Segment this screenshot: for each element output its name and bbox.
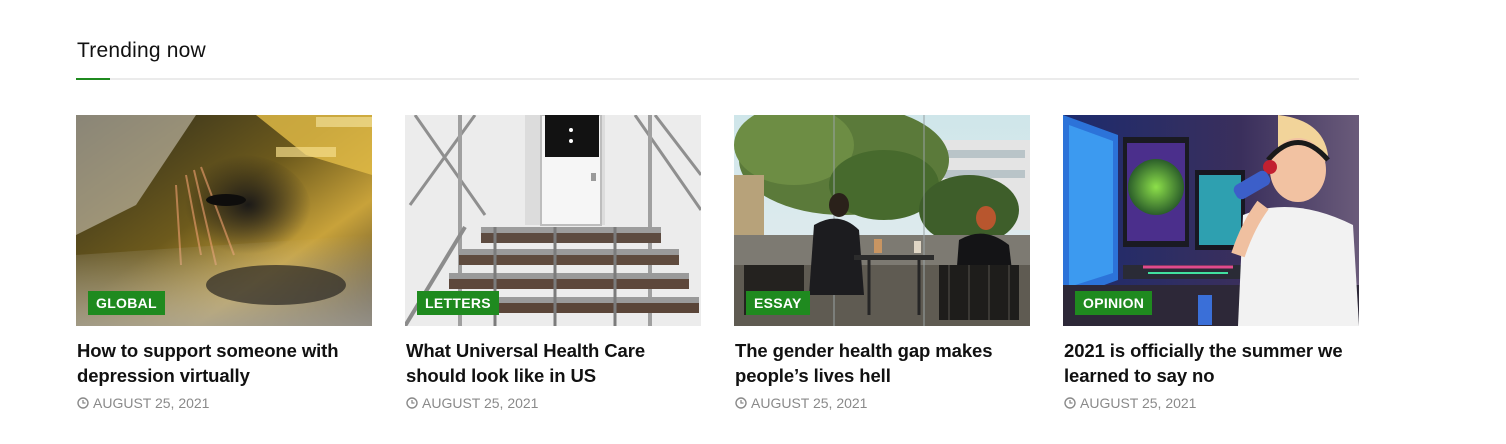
category-badge[interactable]: GLOBAL: [88, 291, 165, 315]
article-card: LETTERS What Universal Health Care shoul…: [405, 115, 701, 412]
category-badge[interactable]: OPINION: [1075, 291, 1153, 315]
article-title-link[interactable]: How to support someone with depression v…: [77, 338, 372, 388]
section-title: Trending now: [77, 39, 206, 62]
date-text: AUGUST 25, 2021: [1080, 395, 1197, 411]
date-text: AUGUST 25, 2021: [422, 395, 539, 411]
date-text: AUGUST 25, 2021: [93, 395, 210, 411]
category-badge[interactable]: LETTERS: [417, 291, 499, 315]
article-thumbnail-link[interactable]: OPINION: [1063, 115, 1359, 326]
clock-icon: [735, 397, 747, 409]
header-divider: [76, 78, 1359, 80]
article-thumbnail-link[interactable]: LETTERS: [405, 115, 701, 326]
article-date: AUGUST 25, 2021: [77, 394, 372, 412]
article-title-link[interactable]: 2021 is officially the summer we learned…: [1064, 338, 1359, 388]
article-thumbnail-link[interactable]: ESSAY: [734, 115, 1030, 326]
article-title-link[interactable]: What Universal Health Care should look l…: [406, 338, 701, 388]
category-badge[interactable]: ESSAY: [746, 291, 810, 315]
article-title-link[interactable]: The gender health gap makes people’s liv…: [735, 338, 1030, 388]
article-date: AUGUST 25, 2021: [735, 394, 1030, 412]
article-date: AUGUST 25, 2021: [1064, 394, 1359, 412]
article-date: AUGUST 25, 2021: [406, 394, 701, 412]
article-card: OPINION 2021 is officially the summer we…: [1063, 115, 1359, 412]
article-card: GLOBAL How to support someone with depre…: [76, 115, 372, 412]
clock-icon: [1064, 397, 1076, 409]
article-card: ESSAY The gender health gap makes people…: [734, 115, 1030, 412]
section-header: Trending now: [76, 0, 1359, 81]
date-text: AUGUST 25, 2021: [751, 395, 868, 411]
clock-icon: [406, 397, 418, 409]
trending-section: Trending now GLOBAL How to support someo…: [76, 0, 1359, 411]
article-thumbnail-link[interactable]: GLOBAL: [76, 115, 372, 326]
clock-icon: [77, 397, 89, 409]
card-grid: GLOBAL How to support someone with depre…: [76, 115, 1359, 425]
header-accent-bar: [76, 78, 110, 80]
